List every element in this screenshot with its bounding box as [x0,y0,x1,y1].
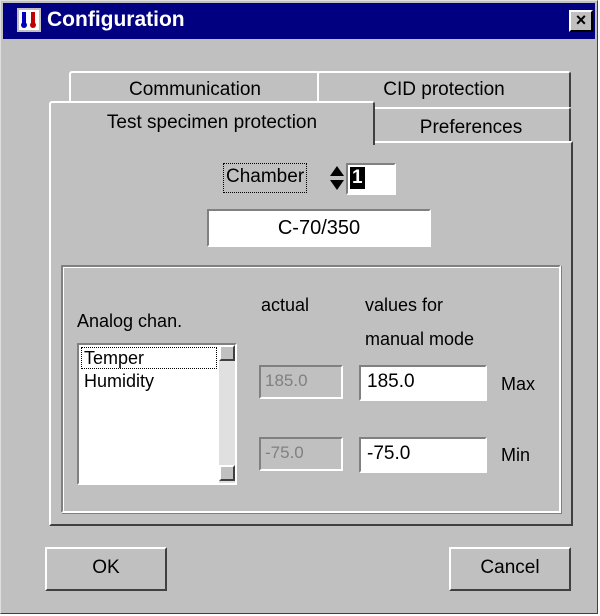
list-item-humidity[interactable]: Humidity [81,371,217,393]
tab-preferences-label: Preferences [419,117,523,138]
ok-button[interactable]: OK [45,547,167,591]
tab-preferences[interactable]: Preferences [371,107,571,143]
window-title: Configuration [47,8,185,31]
min-label: Min [501,445,531,465]
title-bar[interactable]: Configuration × [3,3,595,39]
close-button[interactable]: × [569,10,593,32]
min-manual-field[interactable]: -75.0 [359,437,487,473]
analog-channel-listbox[interactable]: Temper Humidity [77,343,237,485]
chamber-name-field: C-70/350 [207,209,431,247]
manual-mode-header-line1: values for [365,295,444,315]
scrollbar-thumb-top[interactable] [219,345,235,361]
list-item-temper[interactable]: Temper [81,347,217,369]
tab-test-specimen-protection-label: Test specimen protection [106,112,318,133]
cancel-button[interactable]: Cancel [449,547,571,591]
max-label: Max [501,374,536,394]
analog-chan-label: Analog chan. [77,311,183,331]
configuration-dialog: Configuration × Communication CID protec… [0,0,598,614]
tab-test-specimen-protection[interactable]: Test specimen protection [49,101,375,145]
tab-communication-label: Communication [129,79,261,100]
chamber-number-field[interactable]: 1 [346,163,396,195]
max-actual-field: 185.0 [259,365,343,399]
actual-header: actual [261,295,310,315]
manual-mode-header-line2: manual mode [365,329,475,349]
chamber-spinner-icon[interactable] [329,164,345,192]
max-manual-field[interactable]: 185.0 [359,365,487,401]
tab-cid-protection-label: CID protection [383,79,505,100]
scrollbar-thumb-bottom[interactable] [219,465,235,481]
min-actual-field: -75.0 [259,437,343,471]
listbox-scrollbar[interactable] [219,345,235,483]
thermometer-app-icon [17,8,41,32]
chamber-label: Chamber [223,163,308,193]
chamber-number-value: 1 [350,167,365,189]
